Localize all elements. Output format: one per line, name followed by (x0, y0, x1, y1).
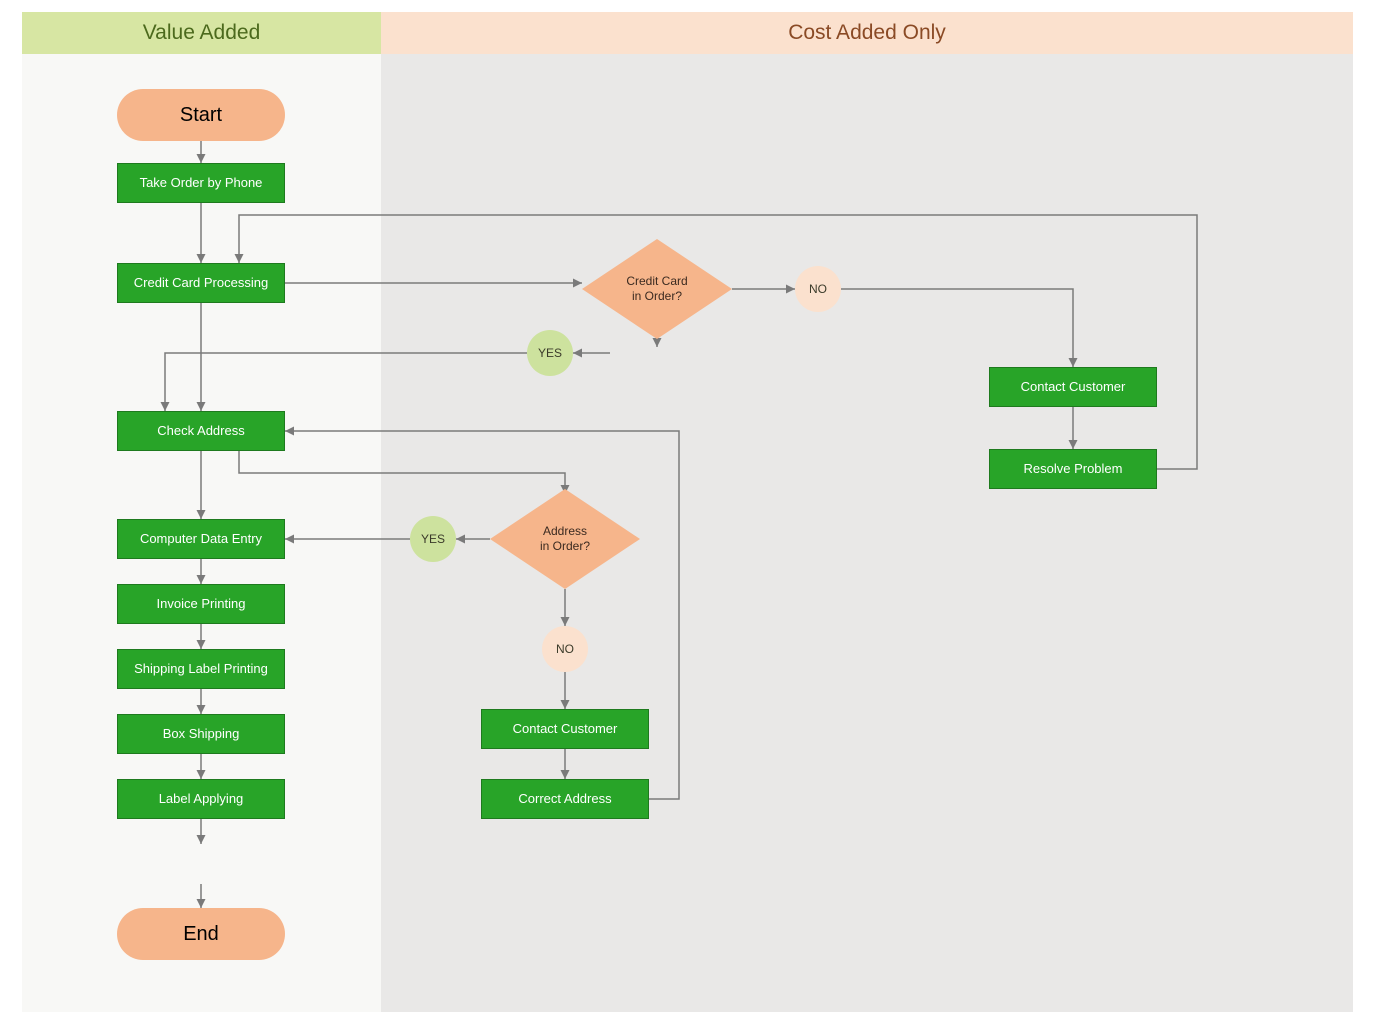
proc-correct-address: Correct Address (481, 779, 649, 819)
proc-label-applying: Label Applying (117, 779, 285, 819)
start-terminal: Start (117, 89, 285, 141)
yes-address: YES (410, 516, 456, 562)
no-credit-card: NO (795, 266, 841, 312)
yes-credit-card: YES (527, 330, 573, 376)
proc-resolve-problem: Resolve Problem (989, 449, 1157, 489)
end-terminal: End (117, 908, 285, 960)
proc-contact-customer-1: Contact Customer (989, 367, 1157, 407)
diagram-canvas: Value Added Cost Added Only (0, 0, 1375, 1032)
no-address: NO (542, 626, 588, 672)
proc-check-address: Check Address (117, 411, 285, 451)
proc-box-shipping: Box Shipping (117, 714, 285, 754)
proc-shipping-label: Shipping Label Printing (117, 649, 285, 689)
decision-addr-line2: in Order? (540, 539, 590, 554)
proc-invoice: Invoice Printing (117, 584, 285, 624)
proc-cc-processing: Credit Card Processing (117, 263, 285, 303)
lane-cost-added-header: Cost Added Only (381, 12, 1353, 54)
proc-take-order: Take Order by Phone (117, 163, 285, 203)
proc-data-entry: Computer Data Entry (117, 519, 285, 559)
lane-value-added-header: Value Added (22, 12, 381, 54)
proc-contact-customer-2: Contact Customer (481, 709, 649, 749)
decision-cc-line2: in Order? (632, 289, 682, 304)
decision-addr-line1: Address (543, 524, 587, 539)
decision-cc-line1: Credit Card (626, 274, 687, 289)
decision-credit-card: Credit Card in Order? (582, 239, 732, 339)
decision-address: Address in Order? (490, 489, 640, 589)
